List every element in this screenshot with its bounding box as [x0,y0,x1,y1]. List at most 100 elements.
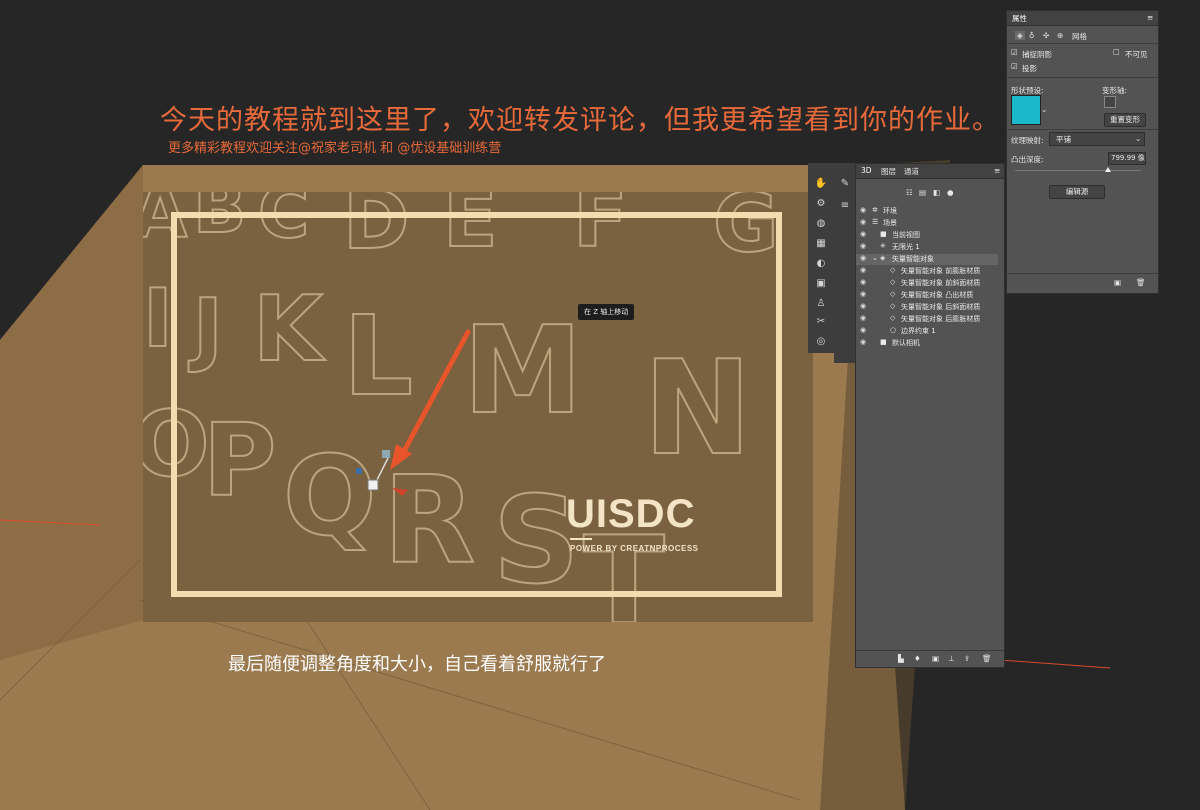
visibility-eye-icon[interactable]: ◉ [860,278,866,286]
sliders-icon[interactable]: ≡ [837,199,853,213]
layers-bottom-toolbar: ▙ ♦ ▣ ⊥ ⇪ 🗑 [856,650,1004,668]
visibility-eye-icon[interactable]: ◉ [860,326,866,334]
layer-row-current-view[interactable]: ◉ ■ 当前视图 [856,230,998,241]
extrusion-depth-input[interactable]: 799.99 像 [1108,152,1146,165]
chevron-down-icon: ⌄ [1135,134,1142,143]
cast-shadows-checkbox[interactable]: ☑ [1011,62,1018,71]
extrusion-depth-slider-track[interactable] [1015,170,1141,171]
layer-row-vector-smart-object[interactable]: ◉ ⌄ ◈ 矢量智能对象 [856,254,998,265]
layer-row-back-inflation-material[interactable]: ◉ ◇ 矢量智能对象 后膨胀材质 [856,314,998,325]
divider [1007,129,1158,130]
layer-row-front-inflation-material[interactable]: ◉ ◇ 矢量智能对象 前膨胀材质 [856,266,998,277]
filter-material-icon[interactable]: ◧ [933,188,940,197]
visibility-eye-icon[interactable]: ◉ [860,206,866,214]
visibility-eye-icon[interactable]: ◉ [860,302,866,310]
tab-channels[interactable]: 通道 [904,166,919,177]
layer-row-default-camera[interactable]: ◉ ■ 默认相机 [856,338,998,349]
uisdc-logo-text: UISDC [566,492,696,536]
camera-icon: ■ [880,338,887,346]
layer-row-back-bevel-material[interactable]: ◉ ◇ 矢量智能对象 后斜面材质 [856,302,998,313]
filter-scene-icon[interactable]: ☷ [906,188,913,197]
contrast-icon[interactable]: ◐ [813,257,829,271]
filter-light-icon[interactable]: ● [947,188,954,197]
texture-mapping-label: 纹理映射: [1011,136,1044,145]
scene-icon: ☰ [872,218,879,226]
color-icon[interactable]: ◍ [813,217,829,231]
extrusion-depth-value: 799.99 像 [1111,154,1145,162]
render-icon[interactable]: ▣ [932,654,939,663]
layer-label: 矢量智能对象 后斜面材质 [901,303,981,311]
tutorial-subline: 更多精彩教程欢迎关注@祝家老司机 和 @优设基础训练营 [168,141,502,156]
invisible-label: 不可见 [1125,50,1148,59]
cap-tab-icon[interactable]: ✣ [1043,31,1049,40]
panel-tab-bar: 3D 图层 通道 ≡ [856,164,1004,179]
visibility-eye-icon[interactable]: ◉ [860,266,866,274]
deform-tab-icon[interactable]: ♁ [1029,31,1035,40]
cast-shadows-label: 投影 [1022,64,1037,73]
visibility-eye-icon[interactable]: ◉ [860,218,866,226]
material-icon: ◇ [890,290,896,298]
visibility-eye-icon[interactable]: ◉ [860,254,866,262]
chevron-down-icon[interactable]: ⌄ [1041,105,1047,114]
layer-row-extrusion-material[interactable]: ◉ ◇ 矢量智能对象 凸出材质 [856,290,998,301]
new-light-icon[interactable]: ♦ [914,654,921,663]
extrusion-depth-slider-handle[interactable] [1105,167,1111,172]
render-preview-icon[interactable]: ▣ [1114,278,1121,287]
export-icon[interactable]: ⇪ [964,654,970,663]
panel-menu-icon[interactable]: ≡ [994,166,1000,175]
layer-label: 矢量智能对象 前斜面材质 [901,279,981,287]
grid-icon[interactable]: ▦ [813,237,829,251]
properties-bottom-toolbar: ▣ 🗑 [1007,273,1158,292]
layer-filter-toolbar: ☷ ▤ ◧ ● [901,188,961,198]
visibility-eye-icon[interactable]: ◉ [860,230,866,238]
layer-label: 默认相机 [892,339,920,347]
character-icon[interactable]: ♙ [813,297,829,311]
reset-deform-button[interactable]: 重置变形 [1104,113,1146,127]
visibility-eye-icon[interactable]: ◉ [860,338,866,346]
camera-icon: ■ [880,230,887,238]
texture-mapping-select[interactable]: 平铺 ⌄ [1049,132,1145,146]
image-icon[interactable]: ▣ [813,277,829,291]
tab-3d[interactable]: 3D [861,166,872,175]
layer-label: 场景 [883,219,897,227]
delete-icon[interactable]: 🗑 [982,654,992,663]
invisible-checkbox[interactable]: ☐ [1113,48,1120,57]
mesh-tab-icon[interactable]: ◈ [1015,31,1025,40]
3d-icon[interactable]: ◎ [813,335,829,349]
coordinates-tab-icon[interactable]: ⊕ [1057,31,1063,40]
uisdc-underline [570,538,592,540]
catch-shadows-checkbox[interactable]: ☑ [1011,48,1018,57]
visibility-eye-icon[interactable]: ◉ [860,242,866,250]
hand-tool-icon[interactable]: ✋ [813,177,829,191]
layer-row-infinite-light[interactable]: ◉ ✳ 无限光 1 [856,242,998,253]
layer-label: 环境 [883,207,897,215]
ground-icon[interactable]: ⊥ [948,654,955,663]
deform-axis-widget[interactable] [1104,96,1116,108]
properties-tab-bar: ◈ ♁ ✣ ⊕ 网格 [1007,29,1158,44]
visibility-eye-icon[interactable]: ◉ [860,314,866,322]
move-gizmo[interactable] [340,320,490,510]
visibility-eye-icon[interactable]: ◉ [860,290,866,298]
layer-row-scene[interactable]: ◉ ☰ 场景 [856,218,998,229]
layer-label: 当前视图 [892,231,920,239]
light-icon: ✳ [880,242,886,250]
edit-source-button[interactable]: 编辑源 [1049,185,1105,199]
chevron-down-icon[interactable]: ⌄ [872,254,878,262]
adjust-tool-icon[interactable]: ⚙ [813,197,829,211]
panel-toolstrip-right: ✎ ≡ [834,163,855,363]
new-mesh-icon[interactable]: ▙ [898,654,904,663]
tab-layers[interactable]: 图层 [881,166,896,177]
scissors-icon[interactable]: ✂ [813,315,829,329]
brush-icon[interactable]: ✎ [837,177,853,191]
layer-row-front-bevel-material[interactable]: ◉ ◇ 矢量智能对象 前斜面材质 [856,278,998,289]
panel-menu-icon[interactable]: ≡ [1147,13,1153,22]
filter-mesh-icon[interactable]: ▤ [919,188,926,197]
gizmo-z-handle [382,450,390,458]
catch-shadows-label: 捕捉阴影 [1022,50,1052,59]
shape-preset-swatch[interactable] [1011,95,1041,125]
delete-icon[interactable]: 🗑 [1136,278,1146,287]
layer-row-environment[interactable]: ◉ ✲ 环境 [856,206,998,217]
layer-label: 矢量智能对象 前膨胀材质 [901,267,981,275]
mesh-icon: ◈ [880,254,886,262]
layer-row-boundary-constraint[interactable]: ◉ ○ 边界约束 1 [856,326,998,337]
